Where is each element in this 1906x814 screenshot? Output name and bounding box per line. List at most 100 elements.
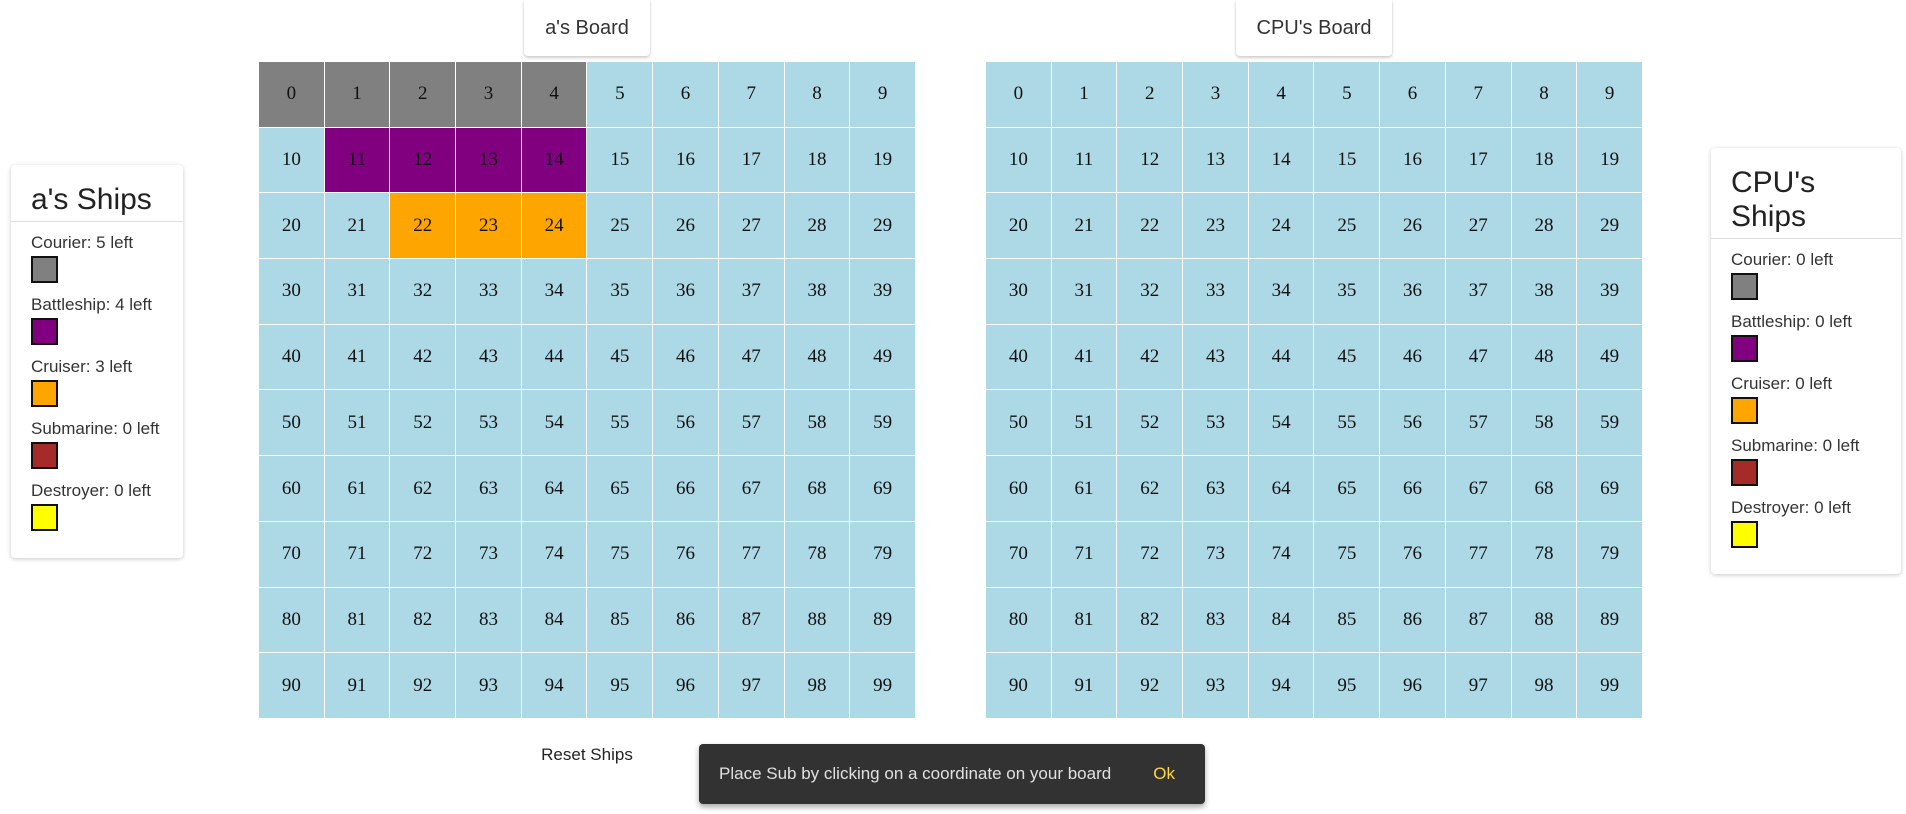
cpu-board-cell[interactable]: 25 <box>1314 193 1380 259</box>
player-board-cell[interactable]: 53 <box>456 390 521 456</box>
cpu-board-cell[interactable]: 66 <box>1380 456 1445 521</box>
player-board-cell[interactable]: 34 <box>521 259 587 324</box>
player-board-cell[interactable]: 72 <box>390 521 456 587</box>
cpu-board-cell[interactable]: 83 <box>1183 587 1248 653</box>
cpu-board-cell[interactable]: 61 <box>1051 456 1117 521</box>
cpu-board-cell[interactable]: 18 <box>1511 127 1577 193</box>
cpu-board-cell[interactable]: 17 <box>1445 127 1511 193</box>
cpu-board-cell[interactable]: 28 <box>1511 193 1577 259</box>
cpu-board-cell[interactable]: 65 <box>1314 456 1380 521</box>
cpu-board-cell[interactable]: 24 <box>1248 193 1314 259</box>
player-board-cell[interactable]: 90 <box>259 653 324 718</box>
cpu-board-cell[interactable]: 1 <box>1051 62 1117 127</box>
player-board-cell[interactable]: 12 <box>390 127 456 193</box>
cpu-board-cell[interactable]: 33 <box>1183 259 1248 324</box>
cpu-board-cell[interactable]: 22 <box>1117 193 1183 259</box>
cpu-board-cell[interactable]: 21 <box>1051 193 1117 259</box>
player-board-cell[interactable]: 30 <box>259 259 324 324</box>
cpu-board-cell[interactable]: 53 <box>1183 390 1248 456</box>
player-board-cell[interactable]: 70 <box>259 521 324 587</box>
player-board-cell[interactable]: 52 <box>390 390 456 456</box>
player-board-cell[interactable]: 73 <box>456 521 521 587</box>
cpu-board-cell[interactable]: 96 <box>1380 653 1445 718</box>
player-board-cell[interactable]: 51 <box>324 390 390 456</box>
cpu-board-cell[interactable]: 75 <box>1314 521 1380 587</box>
cpu-board-cell[interactable]: 86 <box>1380 587 1445 653</box>
player-board-cell[interactable]: 35 <box>587 259 653 324</box>
player-board-cell[interactable]: 99 <box>850 653 915 718</box>
player-board-cell[interactable]: 61 <box>324 456 390 521</box>
cpu-board-cell[interactable]: 29 <box>1577 193 1642 259</box>
cpu-board-cell[interactable]: 87 <box>1445 587 1511 653</box>
player-board-cell[interactable]: 86 <box>653 587 718 653</box>
cpu-board-cell[interactable]: 97 <box>1445 653 1511 718</box>
player-board-cell[interactable]: 55 <box>587 390 653 456</box>
player-board-cell[interactable]: 18 <box>784 127 850 193</box>
cpu-board-cell[interactable]: 82 <box>1117 587 1183 653</box>
player-board-cell[interactable]: 13 <box>456 127 521 193</box>
cpu-board-cell[interactable]: 55 <box>1314 390 1380 456</box>
cpu-board-cell[interactable]: 93 <box>1183 653 1248 718</box>
player-board-cell[interactable]: 56 <box>653 390 718 456</box>
player-board-cell[interactable]: 66 <box>653 456 718 521</box>
cpu-board-cell[interactable]: 5 <box>1314 62 1380 127</box>
cpu-board-cell[interactable]: 57 <box>1445 390 1511 456</box>
cpu-board-cell[interactable]: 6 <box>1380 62 1445 127</box>
cpu-board-cell[interactable]: 94 <box>1248 653 1314 718</box>
player-board-cell[interactable]: 54 <box>521 390 587 456</box>
player-board-cell[interactable]: 78 <box>784 521 850 587</box>
cpu-board-cell[interactable]: 79 <box>1577 521 1642 587</box>
cpu-board-cell[interactable]: 47 <box>1445 324 1511 390</box>
cpu-board-cell[interactable]: 95 <box>1314 653 1380 718</box>
cpu-board-cell[interactable]: 14 <box>1248 127 1314 193</box>
player-board-cell[interactable]: 89 <box>850 587 915 653</box>
cpu-board-cell[interactable]: 40 <box>986 324 1051 390</box>
player-board-cell[interactable]: 68 <box>784 456 850 521</box>
cpu-board-cell[interactable]: 42 <box>1117 324 1183 390</box>
player-board-cell[interactable]: 77 <box>718 521 784 587</box>
player-board-cell[interactable]: 5 <box>587 62 653 127</box>
player-board-cell[interactable]: 69 <box>850 456 915 521</box>
cpu-board-cell[interactable]: 71 <box>1051 521 1117 587</box>
player-board-cell[interactable]: 16 <box>653 127 718 193</box>
cpu-board-cell[interactable]: 78 <box>1511 521 1577 587</box>
player-board-cell[interactable]: 14 <box>521 127 587 193</box>
player-board-cell[interactable]: 17 <box>718 127 784 193</box>
cpu-board-cell[interactable]: 69 <box>1577 456 1642 521</box>
cpu-board-cell[interactable]: 98 <box>1511 653 1577 718</box>
player-board-cell[interactable]: 10 <box>259 127 324 193</box>
player-board-cell[interactable]: 60 <box>259 456 324 521</box>
player-board-cell[interactable]: 20 <box>259 193 324 259</box>
player-board-cell[interactable]: 8 <box>784 62 850 127</box>
cpu-board-cell[interactable]: 36 <box>1380 259 1445 324</box>
player-board-cell[interactable]: 98 <box>784 653 850 718</box>
cpu-board-cell[interactable]: 67 <box>1445 456 1511 521</box>
cpu-board-cell[interactable]: 56 <box>1380 390 1445 456</box>
player-board-cell[interactable]: 32 <box>390 259 456 324</box>
cpu-board-cell[interactable]: 50 <box>986 390 1051 456</box>
cpu-board-cell[interactable]: 89 <box>1577 587 1642 653</box>
player-board-cell[interactable]: 65 <box>587 456 653 521</box>
player-board-cell[interactable]: 59 <box>850 390 915 456</box>
reset-ships-button[interactable]: Reset Ships <box>520 740 654 770</box>
player-board-cell[interactable]: 42 <box>390 324 456 390</box>
cpu-board-cell[interactable]: 99 <box>1577 653 1642 718</box>
player-board-cell[interactable]: 49 <box>850 324 915 390</box>
cpu-board-cell[interactable]: 48 <box>1511 324 1577 390</box>
player-board-cell[interactable]: 40 <box>259 324 324 390</box>
player-board-cell[interactable]: 82 <box>390 587 456 653</box>
cpu-board-cell[interactable]: 34 <box>1248 259 1314 324</box>
cpu-board-cell[interactable]: 23 <box>1183 193 1248 259</box>
player-board-cell[interactable]: 4 <box>521 62 587 127</box>
cpu-board-cell[interactable]: 59 <box>1577 390 1642 456</box>
cpu-board-cell[interactable]: 8 <box>1511 62 1577 127</box>
cpu-board-cell[interactable]: 41 <box>1051 324 1117 390</box>
player-board-cell[interactable]: 36 <box>653 259 718 324</box>
cpu-board-cell[interactable]: 26 <box>1380 193 1445 259</box>
cpu-board-cell[interactable]: 72 <box>1117 521 1183 587</box>
player-board-cell[interactable]: 26 <box>653 193 718 259</box>
player-board-cell[interactable]: 46 <box>653 324 718 390</box>
player-board-cell[interactable]: 37 <box>718 259 784 324</box>
player-board-cell[interactable]: 15 <box>587 127 653 193</box>
cpu-board-cell[interactable]: 63 <box>1183 456 1248 521</box>
